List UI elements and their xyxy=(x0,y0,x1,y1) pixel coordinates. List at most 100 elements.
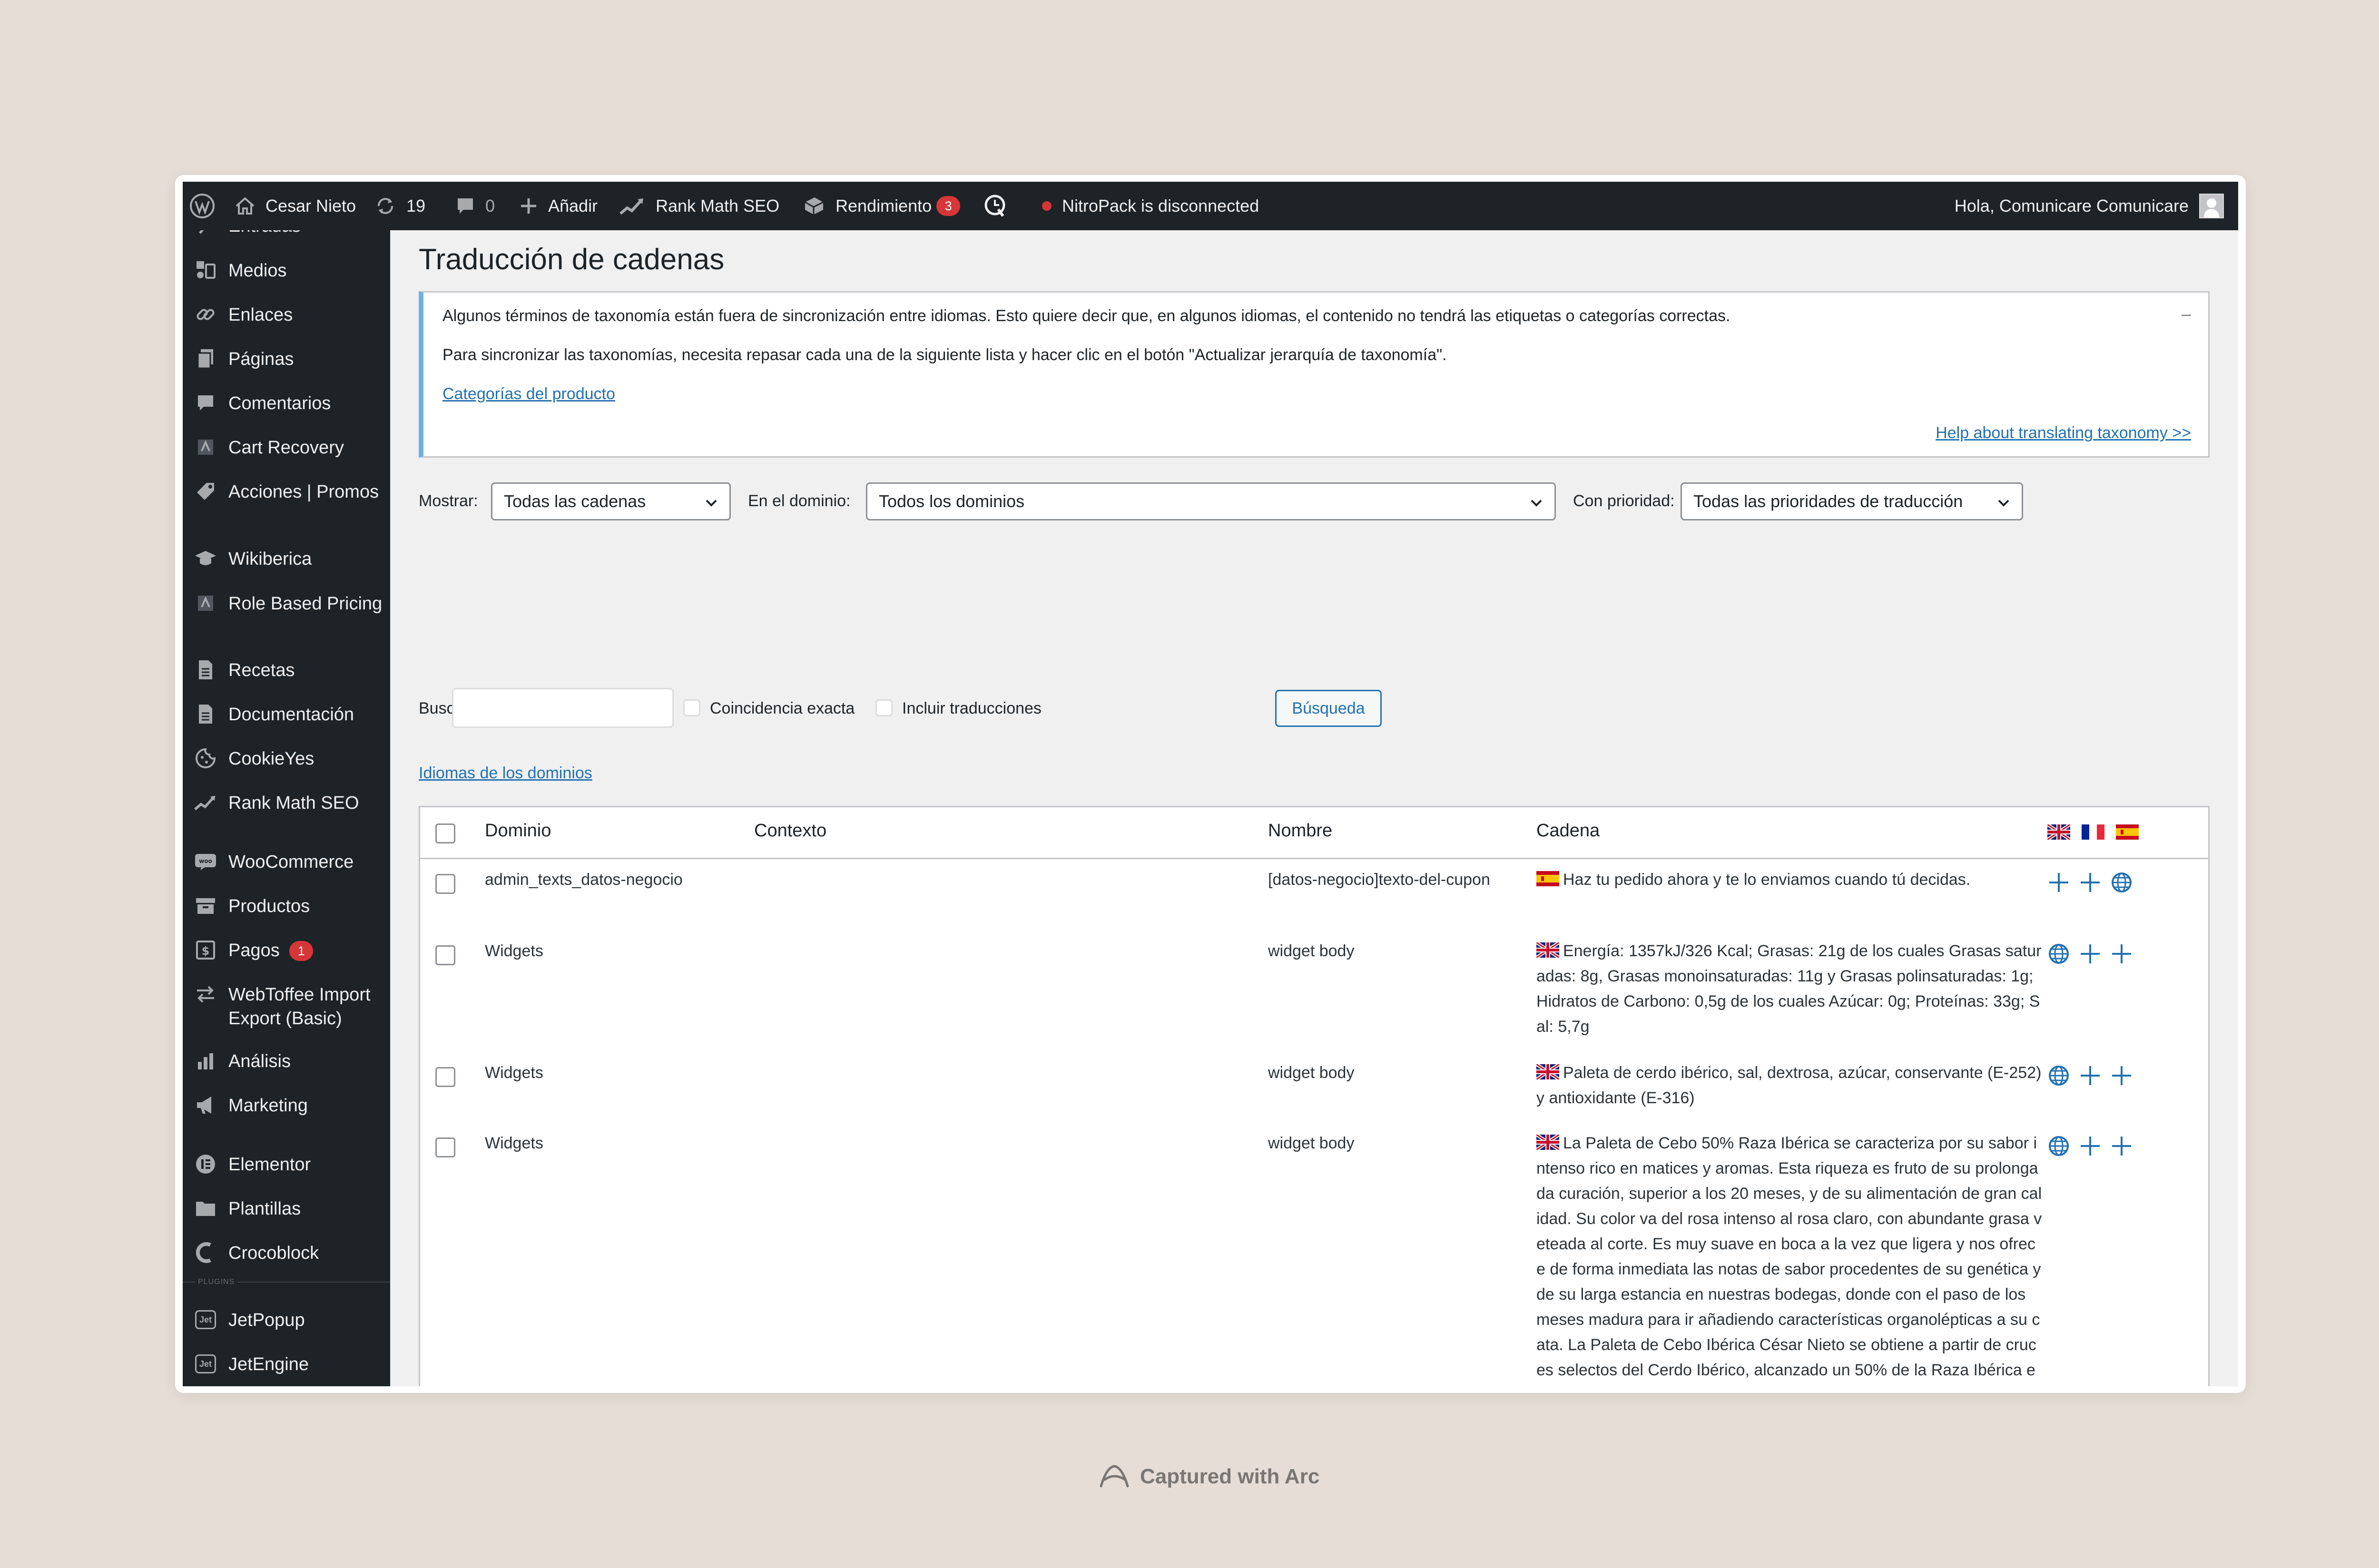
fr-flag-icon xyxy=(2082,824,2104,840)
mortarboard-icon xyxy=(194,547,217,570)
archive-icon xyxy=(194,894,217,917)
include-translations-checkbox[interactable] xyxy=(875,699,893,716)
domain-select[interactable]: Todos los dominios xyxy=(866,482,1556,520)
chevron-down-icon xyxy=(706,500,717,507)
performance-label: Rendimiento xyxy=(836,196,932,216)
es-flag-icon xyxy=(2116,824,2139,840)
jet-icon: Jet xyxy=(194,1352,217,1375)
row-actions xyxy=(2047,1135,2133,1157)
admin-sidebar: Entradas Medios Enlaces Páginas Comentar… xyxy=(183,230,390,1386)
priority-select[interactable]: Todas las prioridades de traducción xyxy=(1681,482,2023,520)
jet-icon: Jet xyxy=(194,1308,217,1331)
performance-menu[interactable]: Rendimiento 3 xyxy=(803,182,961,230)
pages-icon xyxy=(194,347,217,370)
payments-icon: $ xyxy=(194,939,217,961)
status-dot-icon xyxy=(1042,201,1052,211)
woo-icon: woo xyxy=(194,850,217,873)
rankmath-icon xyxy=(194,791,217,814)
plus-icon[interactable] xyxy=(2110,1064,2133,1087)
updates-link[interactable]: 19 xyxy=(375,182,425,230)
row-actions xyxy=(2047,1064,2133,1087)
row-checkbox[interactable] xyxy=(435,1137,455,1157)
crocoblock-icon xyxy=(194,1241,217,1264)
row-checkbox[interactable] xyxy=(435,945,455,965)
priority-label: Con prioridad: xyxy=(1573,492,1675,510)
search-console-icon[interactable] xyxy=(982,182,1008,230)
row-domain: Widgets xyxy=(485,942,543,960)
site-name-link[interactable]: Cesar Nieto xyxy=(235,182,356,230)
rankmath-icon xyxy=(619,198,643,215)
row-name: widget body xyxy=(1268,1064,1355,1082)
search-button[interactable]: Búsqueda xyxy=(1275,690,1382,727)
include-translations-label: Incluir traducciones xyxy=(902,699,1042,717)
nitropack-label: NitroPack is disconnected xyxy=(1062,196,1259,216)
my-account-menu[interactable]: Hola, Comunicare Comunicare xyxy=(1955,182,2224,230)
plugins-section-label: PLUGINS xyxy=(195,1278,238,1286)
svg-text:woo: woo xyxy=(199,858,212,864)
plus-icon[interactable] xyxy=(2079,1064,2102,1087)
globe-icon[interactable] xyxy=(2047,1064,2070,1087)
arc-credit-text: Captured with Arc xyxy=(1140,1465,1320,1488)
plus-icon[interactable] xyxy=(2110,1135,2133,1157)
exact-match-label: Coincidencia exacta xyxy=(710,699,855,717)
help-taxonomy-link[interactable]: Help about translating taxonomy >> xyxy=(1936,424,2191,442)
row-checkbox[interactable] xyxy=(435,874,455,894)
main-content: Traducción de cadenas Algunos términos d… xyxy=(390,230,2238,1386)
pin-icon xyxy=(194,230,217,237)
site-name: Cesar Nieto xyxy=(265,196,356,216)
media-icon xyxy=(194,259,217,282)
comments-link[interactable]: 0 xyxy=(456,182,495,230)
arrows-icon xyxy=(194,983,217,1006)
select-all-checkbox[interactable] xyxy=(435,823,455,843)
add-new-label: Añadir xyxy=(548,196,598,216)
nitropack-status[interactable]: NitroPack is disconnected xyxy=(1042,182,1259,230)
row-string[interactable]: Energía: 1357kJ/326 Kcal; Grasas: 21g de… xyxy=(1536,939,2044,1039)
plus-icon[interactable] xyxy=(2079,871,2102,894)
row-name: widget body xyxy=(1268,1134,1355,1152)
row-string[interactable]: Paleta de cerdo ibérico, sal, dextrosa, … xyxy=(1536,1060,2044,1111)
column-header-string[interactable]: Cadena xyxy=(1536,821,1600,841)
plus-icon[interactable] xyxy=(2079,1135,2102,1157)
link-icon xyxy=(194,303,217,326)
product-categories-link[interactable]: Categorías del producto xyxy=(442,385,615,403)
chart-icon xyxy=(194,1049,217,1072)
row-actions xyxy=(2047,871,2133,894)
globe-icon[interactable] xyxy=(2047,942,2070,965)
rankmath-menu[interactable]: Rank Math SEO xyxy=(619,182,779,230)
cookie-icon xyxy=(194,747,217,770)
column-header-domain[interactable]: Dominio xyxy=(485,821,551,841)
comments-icon xyxy=(194,392,217,414)
add-new-menu[interactable]: Añadir xyxy=(520,182,598,230)
admin-bar: Cesar Nieto 19 0 Añadir Rank Math SEO Re… xyxy=(183,182,2238,230)
plus-icon[interactable] xyxy=(2047,871,2070,894)
uk-flag-icon xyxy=(2047,824,2070,840)
exact-match-checkbox[interactable] xyxy=(683,699,700,716)
globe-icon[interactable] xyxy=(2110,871,2133,894)
domain-languages-link[interactable]: Idiomas de los dominios xyxy=(419,764,592,783)
row-name: widget body xyxy=(1268,942,1355,960)
plus-icon[interactable] xyxy=(2079,942,2102,965)
wordpress-logo-icon[interactable] xyxy=(189,182,215,230)
show-select[interactable]: Todas las cadenas xyxy=(491,482,731,520)
column-header-name[interactable]: Nombre xyxy=(1268,821,1332,841)
row-string[interactable]: Haz tu pedido ahora y te lo enviamos cua… xyxy=(1536,867,2044,892)
avatar-icon xyxy=(2199,194,2224,218)
notice-dismiss-button[interactable]: – xyxy=(2182,304,2191,324)
taxonomy-sync-notice: Algunos términos de taxonomía están fuer… xyxy=(419,291,2210,458)
language-flags-header xyxy=(2047,824,2143,840)
column-header-context[interactable]: Contexto xyxy=(754,821,826,841)
globe-icon[interactable] xyxy=(2047,1135,2070,1157)
strings-table: Dominio Contexto Nombre Cadena admin_tex… xyxy=(419,806,2210,1386)
folder-icon xyxy=(194,1197,217,1220)
uk-flag-icon xyxy=(1536,942,1559,958)
notice-line-2: Para sincronizar las taxonomías, necesit… xyxy=(442,346,1447,364)
refresh-icon xyxy=(378,198,393,214)
search-input[interactable] xyxy=(452,688,674,728)
row-checkbox[interactable] xyxy=(435,1067,455,1087)
notice-line-1: Algunos términos de taxonomía están fuer… xyxy=(442,307,1730,325)
row-domain: Widgets xyxy=(485,1064,543,1082)
pagos-badge: 1 xyxy=(289,941,314,961)
row-string[interactable]: La Paleta de Cebo 50% Raza Ibérica se ca… xyxy=(1536,1131,2044,1386)
page-title: Traducción de cadenas xyxy=(419,243,725,276)
plus-icon[interactable] xyxy=(2110,942,2133,965)
